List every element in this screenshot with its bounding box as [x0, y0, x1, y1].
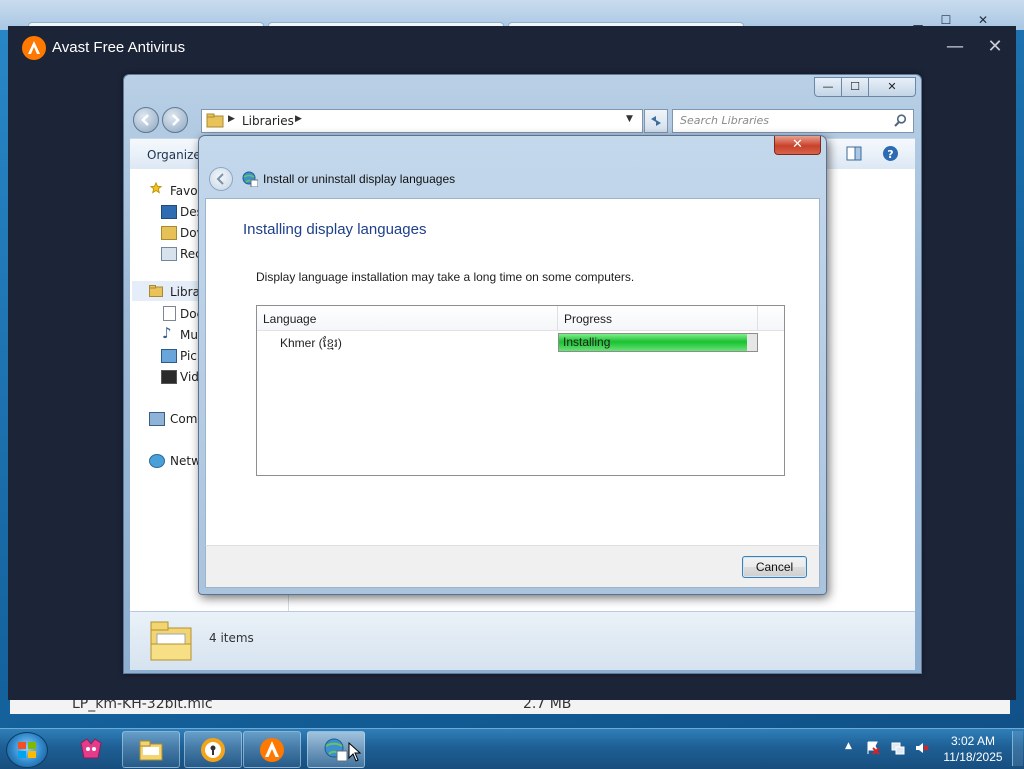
documents-icon [163, 306, 176, 321]
help-icon[interactable]: ? [882, 145, 899, 162]
taskbar-language-settings[interactable] [307, 731, 365, 768]
taskbar-avast[interactable] [243, 731, 301, 768]
clock-date: 11/18/2025 [943, 750, 1003, 764]
organize-menu[interactable]: Organize [147, 148, 201, 162]
videos-icon [161, 370, 177, 384]
downloads-icon [161, 226, 177, 240]
volume-muted-icon[interactable] [915, 741, 929, 755]
install-progress-bar: Installing [558, 333, 758, 352]
item-count: 4 items [209, 631, 254, 645]
recent-places-icon [161, 247, 177, 261]
column-separator[interactable] [557, 306, 558, 330]
column-separator[interactable] [757, 306, 758, 330]
dialog-description: Display language installation may take a… [256, 270, 635, 284]
breadcrumb-arrow-icon[interactable]: ▶ [228, 114, 235, 124]
avast-close-button[interactable]: ✕ [982, 36, 1008, 58]
taskbar-paint-app[interactable] [62, 731, 120, 768]
explorer-close-button[interactable]: ✕ [868, 77, 916, 97]
search-icon [894, 114, 907, 127]
preview-pane-icon[interactable] [846, 146, 862, 161]
desktop-icon [161, 205, 177, 219]
avast-logo-icon [22, 36, 46, 60]
tray-expand-icon[interactable]: ▲ [845, 741, 852, 751]
dialog-back-button[interactable] [209, 167, 233, 191]
explorer-forward-button[interactable] [162, 107, 188, 133]
background-file-size: 2.7 MB [523, 700, 572, 712]
language-name: Khmer (ខ្មែរ) [280, 336, 342, 350]
language-list-header: Language Progress [257, 306, 784, 331]
network-icon [149, 454, 165, 468]
taskbar-password-manager[interactable] [184, 731, 242, 768]
computer-icon [149, 412, 165, 426]
favorites-star-icon [149, 182, 163, 194]
windows-logo-icon [18, 742, 36, 758]
install-language-dialog: ✕ Install or uninstall display languages… [198, 135, 827, 595]
back-arrow-icon [216, 173, 224, 185]
address-bar[interactable]: ▶ Libraries ▶ ▼ [201, 109, 643, 133]
paint-app-icon [80, 738, 102, 759]
dialog-heading: Installing display languages [243, 221, 427, 238]
dialog-body: Installing display languages Display lan… [205, 198, 820, 547]
libraries-icon [206, 113, 224, 128]
column-header-language[interactable]: Language [263, 312, 316, 326]
svg-text:?: ? [887, 148, 893, 161]
libraries-folder-icon [149, 285, 163, 297]
details-pane: 4 items [130, 611, 915, 670]
nav-computer[interactable]: Com [170, 412, 197, 426]
nav-network[interactable]: Netw [170, 454, 201, 468]
language-list[interactable]: Language Progress Khmer (ខ្មែរ) Installi… [256, 305, 785, 476]
background-file-row[interactable]: LP_km-KH-32bit.mlc 2.7 MB [10, 700, 1010, 714]
background-file-name: LP_km-KH-32bit.mlc [72, 700, 213, 712]
taskbar-file-explorer[interactable] [122, 731, 180, 768]
nav-libraries[interactable]: Libra [170, 285, 200, 299]
password-manager-icon [201, 738, 225, 762]
nav-music[interactable]: Mu [180, 328, 198, 342]
search-placeholder: Search Libraries [680, 114, 770, 127]
address-dropdown-icon[interactable]: ▼ [626, 114, 633, 124]
refresh-icon [651, 116, 661, 126]
taskbar: ▲ 3:02 AM 11/18/2025 [0, 728, 1024, 769]
network-status-icon[interactable] [891, 741, 905, 755]
dialog-footer: Cancel [205, 545, 820, 588]
explorer-maximize-button[interactable]: ☐ [841, 77, 869, 97]
avast-icon [260, 738, 284, 762]
avast-minimize-button[interactable]: — [942, 36, 968, 58]
pictures-icon [161, 349, 177, 363]
breadcrumb-libraries[interactable]: Libraries [242, 114, 294, 128]
clock-time: 3:02 AM [950, 734, 996, 748]
explorer-back-button[interactable] [133, 107, 159, 133]
nav-pictures[interactable]: Pic [180, 349, 197, 363]
language-settings-icon [324, 738, 348, 762]
system-clock[interactable]: 3:02 AM 11/18/2025 [935, 733, 1011, 765]
language-globe-icon [242, 171, 258, 187]
refresh-button[interactable] [644, 109, 668, 133]
file-explorer-icon [139, 740, 163, 761]
avast-titlebar: Avast Free Antivirus — ✕ [8, 26, 1016, 70]
dialog-close-button[interactable]: ✕ [774, 136, 821, 155]
libraries-large-icon [150, 621, 192, 661]
column-header-progress[interactable]: Progress [564, 312, 612, 326]
action-center-flag-icon[interactable] [866, 741, 880, 755]
explorer-minimize-button[interactable]: — [814, 77, 842, 97]
avast-title: Avast Free Antivirus [52, 39, 186, 56]
show-desktop-button[interactable] [1012, 731, 1023, 766]
mouse-cursor-icon [348, 742, 362, 762]
forward-arrow-icon [172, 114, 180, 126]
music-note-icon: ♪ [162, 324, 172, 342]
start-button[interactable] [6, 732, 48, 768]
nav-videos[interactable]: Vid [180, 370, 199, 384]
back-arrow-icon [141, 114, 149, 126]
breadcrumb-arrow-icon[interactable]: ▶ [295, 114, 302, 124]
dialog-title: Install or uninstall display languages [263, 172, 456, 186]
progress-status: Installing [563, 335, 611, 349]
search-box[interactable]: Search Libraries [672, 109, 914, 133]
cancel-button[interactable]: Cancel [742, 556, 807, 578]
